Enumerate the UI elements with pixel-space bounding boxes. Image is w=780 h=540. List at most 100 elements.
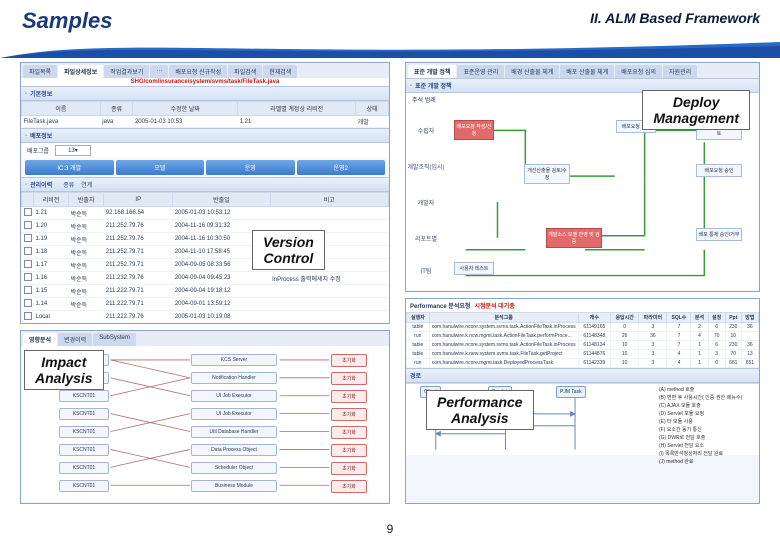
checkbox[interactable] xyxy=(24,234,32,242)
tab-item[interactable]: 작업결과보기 xyxy=(104,65,149,78)
checkbox[interactable] xyxy=(24,260,32,268)
flow-box: 개발소스 모델 반영 및 검증 xyxy=(546,228,602,248)
impact-node-mid[interactable]: Scheduler Object xyxy=(191,462,277,474)
checkbox[interactable] xyxy=(24,299,32,307)
cell: 6 xyxy=(708,341,725,350)
table-row[interactable]: 1.18박순득211.252.79.712004-11-10 17:58:45 xyxy=(22,246,389,259)
tab-item[interactable]: … xyxy=(150,65,168,78)
stage-button[interactable]: 운영 xyxy=(206,160,295,175)
table-row[interactable]: Local211.222.79.762005-01-03 10:19:08 xyxy=(22,311,389,324)
impact-node-right[interactable]: 초기화 xyxy=(331,372,367,385)
tab-item[interactable]: SubSystem xyxy=(93,333,136,346)
impact-node-left[interactable]: KSCNT01 xyxy=(59,426,109,438)
tab-item[interactable]: 파일검색 xyxy=(228,65,262,78)
cell: 70 xyxy=(725,350,741,359)
callout-performance: Performance Analysis xyxy=(426,390,534,430)
impact-node-mid[interactable]: KCS Server xyxy=(191,354,277,366)
cell xyxy=(69,311,104,324)
subtab[interactable]: 종류 xyxy=(63,180,74,189)
table-row[interactable]: tablecom.hanulwire.k.new.system.svms.tas… xyxy=(407,350,759,359)
table-row[interactable]: 1.19박순득211.252.79.762004-11-16 10:30:50 xyxy=(22,233,389,246)
table-row[interactable]: 1.17박순득211.252.79.712004-09-05 08:33:56h… xyxy=(22,259,389,272)
impact-node-mid[interactable]: Notification Handler xyxy=(191,372,277,384)
checkbox[interactable] xyxy=(24,312,32,320)
performance-table: 실행자 분석그룹 개수 응답시간 파라미터 SQL수 분석 설정 Ppt 방법 … xyxy=(406,312,759,368)
file-path: SHG/com/insurance/system/svms/task/FileT… xyxy=(21,78,389,86)
impact-node-mid[interactable]: Business Module xyxy=(191,480,277,492)
cell xyxy=(270,207,388,220)
stage-button[interactable]: IC:3 개발 xyxy=(25,160,114,175)
impact-node-left[interactable]: KSCNT01 xyxy=(59,444,109,456)
tab-item[interactable]: 영향분석 xyxy=(23,333,57,346)
history-table: 리비전 반출자 IP 반출일 비고 1.21박순득92.168.166.5420… xyxy=(21,192,389,324)
subtab[interactable]: 연계 xyxy=(81,180,92,189)
checkbox[interactable] xyxy=(24,247,32,255)
cell: 1.19 xyxy=(34,233,69,246)
tab-item[interactable]: 파일상세정보 xyxy=(58,65,103,78)
table-row[interactable]: tablecom.hanulwire.ncore.system.svms.tas… xyxy=(407,341,759,350)
cell: FileTask.java xyxy=(22,116,101,128)
impact-node-right[interactable]: 초기화 xyxy=(331,408,367,421)
table-row[interactable]: tablecom.hanulwire.ncore.system.svms.tas… xyxy=(407,323,759,332)
cell: 230 xyxy=(725,323,741,332)
table-row[interactable]: 1.14박순득211.222.79.712004-09-01 13:59:12 xyxy=(22,298,389,311)
cell: 10 xyxy=(611,350,639,359)
col-header: 개수 xyxy=(578,313,610,323)
impact-node-left[interactable]: KSCNT01 xyxy=(59,462,109,474)
impact-node-left[interactable]: KSCNT01 xyxy=(59,480,109,492)
table-row[interactable]: 1.21박순득92.168.166.542005-01-03 10:53:12 xyxy=(22,207,389,220)
section-label: 배포정보 xyxy=(30,131,52,140)
tab-item[interactable]: 현재검색 xyxy=(263,65,297,78)
stage-button[interactable]: 운영2 xyxy=(297,160,386,175)
panels-area: 파일목록 파일상세정보 작업결과보기 … 배포요청 신규작성 파일검색 현재검색… xyxy=(20,62,760,508)
checkbox[interactable] xyxy=(24,208,32,216)
ia-tabs[interactable]: 영향분석 변경이력 SubSystem xyxy=(21,331,389,346)
impact-node-mid[interactable]: UI Job Executor xyxy=(191,408,277,420)
swoosh-decor xyxy=(0,40,780,58)
impact-node-mid[interactable]: Util Database Handler xyxy=(191,426,277,438)
cell: 1 xyxy=(691,359,708,368)
stage-button[interactable]: 모델 xyxy=(116,160,205,175)
stage-buttons: IC:3 개발 모델 운영 운영2 xyxy=(21,158,389,177)
impact-node-mid[interactable]: UI Job Executor xyxy=(191,390,277,402)
tab-item[interactable]: 배경 산출물 체계 xyxy=(505,65,559,78)
impact-node-mid[interactable]: Data Process Object xyxy=(191,444,277,456)
table-row[interactable]: 1.20박순득211.252.79.762004-11-16 09:31:32 xyxy=(22,220,389,233)
impact-node-right[interactable]: 초기화 xyxy=(331,354,367,367)
impact-node-left[interactable]: KSCNT01 xyxy=(59,408,109,420)
tab-item[interactable]: 자원관리 xyxy=(663,65,697,78)
checkbox[interactable] xyxy=(24,273,32,281)
cell: 211.222.79.71 xyxy=(104,298,173,311)
checkbox[interactable] xyxy=(24,221,32,229)
impact-node-right[interactable]: 초기화 xyxy=(331,462,367,475)
table-row[interactable]: 1.16박순득211.232.79.762004-09-04 09:45:23I… xyxy=(22,272,389,285)
impact-node-right[interactable]: 초기화 xyxy=(331,444,367,457)
impact-node-left[interactable]: KSCNT01 xyxy=(59,390,109,402)
tab-item[interactable]: 배포요청 심의 xyxy=(615,65,662,78)
checkbox[interactable] xyxy=(24,286,32,294)
tab-item[interactable]: 배포요청 신규작성 xyxy=(169,65,227,78)
callout-version-control: Version Control xyxy=(252,230,325,270)
tab-item[interactable]: 파일목록 xyxy=(23,65,57,78)
deploy-select[interactable]: 13▾ xyxy=(55,145,91,156)
tab-item[interactable]: 배포 산출물 체계 xyxy=(560,65,614,78)
cell: 10 xyxy=(611,341,639,350)
cell: 26 xyxy=(611,332,639,341)
vc-tabs[interactable]: 파일목록 파일상세정보 작업결과보기 … 배포요청 신규작성 파일검색 현재검색 xyxy=(21,63,389,78)
col-header: 상태 xyxy=(356,102,389,116)
cell: InProcess 출력메세지 수정 xyxy=(270,272,388,285)
cell: 1.17 xyxy=(34,259,69,272)
cell xyxy=(270,285,388,298)
table-row[interactable]: 1.15박순득211.222.79.712004-09-04 19:18:12 xyxy=(22,285,389,298)
tab-item[interactable]: 표준운영 관리 xyxy=(457,65,504,78)
dm-tabs[interactable]: 표준 개발 정책 표준운영 관리 배경 산출물 체계 배포 산출물 체계 배포요… xyxy=(406,63,759,78)
tab-item[interactable]: 표준 개발 정책 xyxy=(408,65,456,78)
table-row[interactable]: runcom.hanulwire.ncore.mgmt.task.Deploye… xyxy=(407,359,759,368)
legend-item: (I) 목록반석정상처리 전달 완료 xyxy=(659,450,757,457)
tab-item[interactable]: 변경이력 xyxy=(58,333,92,346)
cell: 0 xyxy=(708,359,725,368)
table-row[interactable]: runcom.hanulwire.k.ncw.mgmt.task.ActionF… xyxy=(407,332,759,341)
impact-node-right[interactable]: 초기화 xyxy=(331,426,367,439)
impact-node-right[interactable]: 초기화 xyxy=(331,390,367,403)
impact-node-right[interactable]: 초기화 xyxy=(331,480,367,493)
